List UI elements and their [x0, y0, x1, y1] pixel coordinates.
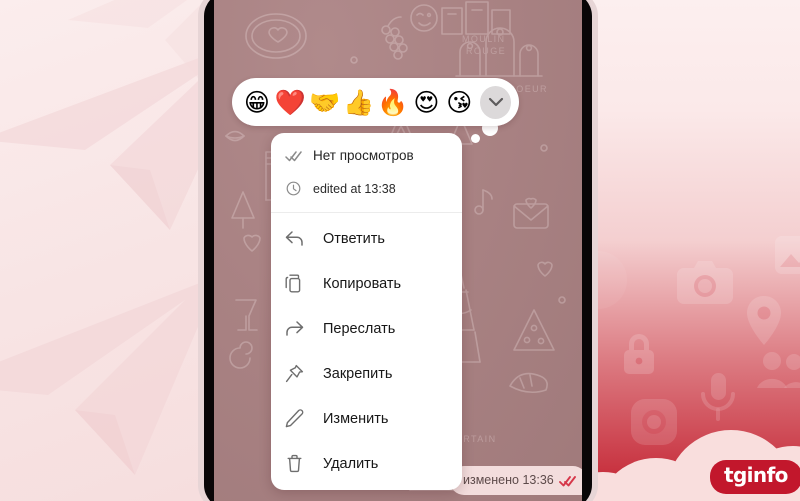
reaction-bar[interactable]: 😁 ❤️ 🤝 👍 🔥 😍 😘	[232, 78, 519, 126]
message-bubble[interactable]: изменено 13:36	[450, 466, 582, 495]
menu-item-delete[interactable]: Удалить	[271, 441, 462, 486]
edited-label: edited at 13:38	[313, 181, 396, 196]
image-icon	[775, 236, 800, 274]
menu-item-label: Копировать	[323, 275, 402, 292]
menu-item-reply[interactable]: Ответить	[271, 216, 462, 261]
reaction-thumbs-up[interactable]: 👍	[343, 86, 374, 118]
message-info-section: Нет просмотров edited at 13:38	[271, 133, 462, 213]
double-check-icon	[285, 147, 302, 164]
reaction-heart-eyes[interactable]: 😍	[411, 86, 441, 118]
reaction-grinning-face[interactable]: 😁	[242, 86, 272, 118]
background-left-panel	[0, 0, 212, 501]
telegram-plane-icon	[0, 255, 212, 485]
menu-actions-section: Ответить Копировать Переслать Закрепить …	[271, 213, 462, 486]
menu-item-forward[interactable]: Переслать	[271, 306, 462, 351]
lock-icon	[624, 334, 654, 374]
message-edited-label: изменено 13:36	[463, 473, 554, 487]
tginfo-watermark: tginfo	[710, 460, 800, 494]
menu-item-label: Переслать	[323, 320, 396, 337]
trash-icon	[285, 454, 304, 473]
svg-text:ROUGE: ROUGE	[466, 46, 506, 56]
reply-arrow-icon	[285, 229, 304, 248]
info-row-edited: edited at 13:38	[271, 172, 462, 205]
menu-item-label: Удалить	[323, 455, 379, 472]
page-background: MOULIN ROUGE SACRÉ-COEUR YOUR EIFFEL CER…	[0, 0, 800, 501]
copy-icon	[285, 274, 304, 293]
people-icon	[757, 352, 800, 388]
menu-item-label: Изменить	[323, 410, 389, 427]
background-right-panel	[588, 0, 800, 501]
menu-item-label: Закрепить	[323, 365, 393, 382]
microphone-icon	[701, 373, 735, 421]
message-context-menu[interactable]: Нет просмотров edited at 13:38 Ответить …	[271, 133, 462, 490]
views-label: Нет просмотров	[313, 148, 414, 163]
pin-icon	[285, 364, 304, 383]
menu-tail-bubble-small	[471, 134, 480, 143]
camera-icon	[677, 261, 733, 304]
chevron-down-icon[interactable]	[480, 85, 511, 119]
double-check-icon	[558, 475, 576, 487]
reaction-kiss-face[interactable]: 😘	[444, 86, 474, 118]
photo-square-icon	[631, 399, 677, 445]
menu-item-pin[interactable]: Закрепить	[271, 351, 462, 396]
menu-item-edit[interactable]: Изменить	[271, 396, 462, 441]
info-row-views: Нет просмотров	[271, 139, 462, 172]
menu-item-label: Ответить	[323, 230, 385, 247]
menu-item-copy[interactable]: Копировать	[271, 261, 462, 306]
reaction-fire[interactable]: 🔥	[377, 86, 408, 118]
reaction-handshake[interactable]: 🤝	[309, 86, 340, 118]
forward-arrow-icon	[285, 319, 304, 338]
reaction-red-heart[interactable]: ❤️	[275, 86, 306, 118]
telegram-plane-icon	[60, 0, 212, 100]
svg-text:MOULIN: MOULIN	[462, 34, 505, 44]
location-pin-icon	[747, 296, 781, 345]
pencil-icon	[285, 409, 304, 428]
clock-icon	[285, 180, 302, 197]
watermark-label: tginfo	[724, 463, 788, 487]
